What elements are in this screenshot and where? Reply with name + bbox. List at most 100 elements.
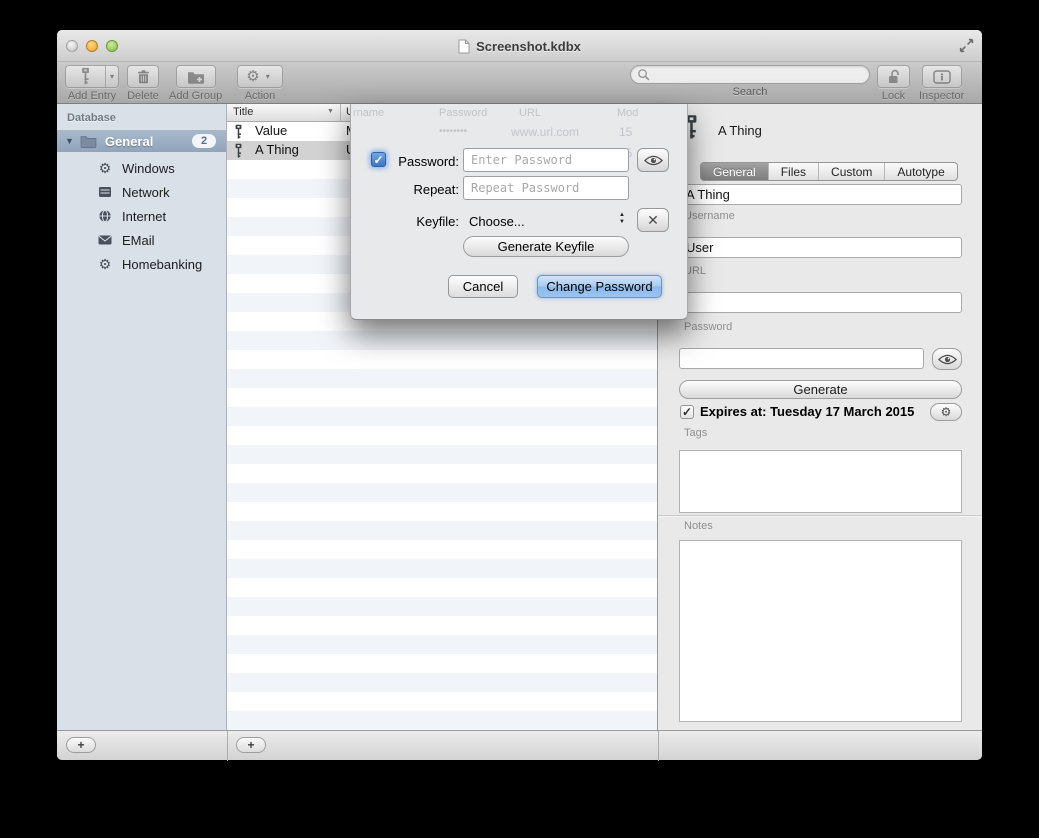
expires-checkbox[interactable]: ✓ xyxy=(680,405,694,419)
sidebar-group-label: General xyxy=(105,134,153,149)
sidebar-item-label: Internet xyxy=(122,209,166,224)
eye-icon xyxy=(938,354,957,365)
key-icon xyxy=(234,143,243,159)
sidebar-item-email[interactable]: EMail xyxy=(57,228,226,252)
expires-gear-button[interactable]: ⚙ xyxy=(930,403,962,421)
dropdown-arrow-icon: ▾ xyxy=(106,72,118,81)
search-field[interactable] xyxy=(630,65,870,84)
inspector-label: Inspector xyxy=(919,90,964,102)
sidebar-item-label: Homebanking xyxy=(122,257,202,272)
disclosure-triangle-icon[interactable]: ▼ xyxy=(65,136,74,146)
enter-password-input[interactable] xyxy=(463,148,629,172)
bottom-bar-divider xyxy=(227,731,228,761)
password-field[interactable] xyxy=(679,348,924,369)
window-title-area: Screenshot.kdbx xyxy=(57,30,982,62)
entry-title: A Thing xyxy=(255,142,299,157)
trash-icon xyxy=(136,69,151,85)
gear-icon: ⚙ xyxy=(97,161,113,175)
tab-custom[interactable]: Custom xyxy=(819,163,885,180)
ghost-date-value: 15 xyxy=(619,125,632,139)
ghost-column-header: rname xyxy=(353,107,384,119)
gear-icon: ⚙ xyxy=(246,69,259,84)
url-field[interactable] xyxy=(679,292,962,313)
unlocked-padlock-icon xyxy=(887,69,901,85)
group-sidebar: Database ▼ General 2 ⚙ Windows xyxy=(57,104,227,730)
key-icon xyxy=(234,124,243,140)
delete-button[interactable]: Delete xyxy=(127,65,159,102)
add-entry-label: Add Entry xyxy=(68,90,116,102)
delete-label: Delete xyxy=(127,90,159,102)
document-icon xyxy=(458,39,470,54)
clear-keyfile-button[interactable]: ✕ xyxy=(637,208,669,232)
tab-general[interactable]: General xyxy=(701,163,769,180)
reveal-password-button[interactable] xyxy=(637,148,669,172)
eye-icon xyxy=(644,155,663,166)
title-field[interactable] xyxy=(679,184,962,205)
add-entry-plus-button[interactable]: + xyxy=(236,737,266,753)
sidebar-item-label: EMail xyxy=(122,233,155,248)
gear-icon: ⚙ xyxy=(941,405,952,419)
inspector-entry-title: A Thing xyxy=(718,123,762,138)
inspector-panel: A Thing General Files Custom Autotype Us… xyxy=(658,104,982,730)
lock-button[interactable]: Lock xyxy=(877,65,910,102)
inspector-button[interactable]: Inspector xyxy=(919,65,964,102)
generate-keyfile-button[interactable]: Generate Keyfile xyxy=(463,236,629,257)
notes-label: Notes xyxy=(684,520,713,532)
server-icon xyxy=(97,186,113,198)
change-password-button[interactable]: Change Password xyxy=(537,275,662,298)
tab-files[interactable]: Files xyxy=(769,163,819,180)
username-field[interactable] xyxy=(679,237,962,258)
search-icon xyxy=(637,68,650,81)
ghost-url-value: www.url.com xyxy=(511,125,579,139)
sidebar-item-label: Network xyxy=(122,185,170,200)
bottom-bar-divider xyxy=(658,731,659,761)
action-button[interactable]: ⚙ ▾ Action xyxy=(237,65,283,102)
generate-password-button[interactable]: Generate xyxy=(679,380,962,399)
sidebar-item-homebanking[interactable]: ⚙ Homebanking xyxy=(57,252,226,276)
add-group-label: Add Group xyxy=(169,90,222,102)
entry-title: Value xyxy=(255,123,287,138)
folder-plus-icon xyxy=(187,70,205,84)
entry-count-badge: 2 xyxy=(192,134,216,148)
add-entry-button[interactable]: ▾ Add Entry xyxy=(65,65,119,102)
keyfile-popup-button[interactable]: Choose... xyxy=(469,214,525,229)
database-header: Database xyxy=(67,112,116,124)
stepper-arrows-icon[interactable]: ▲▼ xyxy=(619,212,625,225)
sidebar-item-internet[interactable]: Internet xyxy=(57,204,226,228)
expires-row: ✓ Expires at: Tuesday 17 March 2015 xyxy=(680,404,914,419)
fullscreen-icon[interactable] xyxy=(959,38,974,53)
add-group-plus-button[interactable]: + xyxy=(66,737,96,753)
notes-field[interactable] xyxy=(679,540,962,722)
sidebar-item-label: Windows xyxy=(122,161,175,176)
search-input[interactable] xyxy=(650,67,863,83)
title-bar[interactable]: Screenshot.kdbx xyxy=(57,30,982,62)
envelope-icon xyxy=(97,235,113,245)
bottom-bar: + + xyxy=(57,730,982,760)
username-label: Username xyxy=(684,210,735,222)
column-header-title[interactable]: Title xyxy=(233,106,253,118)
folder-icon xyxy=(80,135,97,148)
search-area: Search xyxy=(630,65,870,98)
tab-autotype[interactable]: Autotype xyxy=(885,163,956,180)
key-icon xyxy=(66,67,105,86)
column-divider[interactable] xyxy=(340,104,341,122)
tags-field[interactable] xyxy=(679,450,962,513)
lock-label: Lock xyxy=(882,90,905,102)
sidebar-item-network[interactable]: Network xyxy=(57,180,226,204)
toolbar: ▾ Add Entry Delete Add Group xyxy=(57,62,982,104)
gear-icon: ⚙ xyxy=(97,257,113,271)
sidebar-item-windows[interactable]: ⚙ Windows xyxy=(57,156,226,180)
info-icon xyxy=(933,70,951,84)
add-group-button[interactable]: Add Group xyxy=(169,65,222,102)
cancel-button[interactable]: Cancel xyxy=(448,275,518,298)
sidebar-group-general[interactable]: ▼ General 2 xyxy=(57,130,226,152)
ghost-column-header: Mod xyxy=(617,107,638,119)
section-divider xyxy=(658,515,982,516)
dropdown-arrow-icon: ▾ xyxy=(262,72,274,81)
password-label: Password xyxy=(684,321,732,333)
tags-label: Tags xyxy=(684,427,707,439)
reveal-password-button[interactable] xyxy=(932,348,962,370)
ghost-column-header: Password xyxy=(439,107,487,119)
app-window: Screenshot.kdbx ▾ Add Entry xyxy=(57,30,982,760)
repeat-password-input[interactable] xyxy=(463,176,629,200)
